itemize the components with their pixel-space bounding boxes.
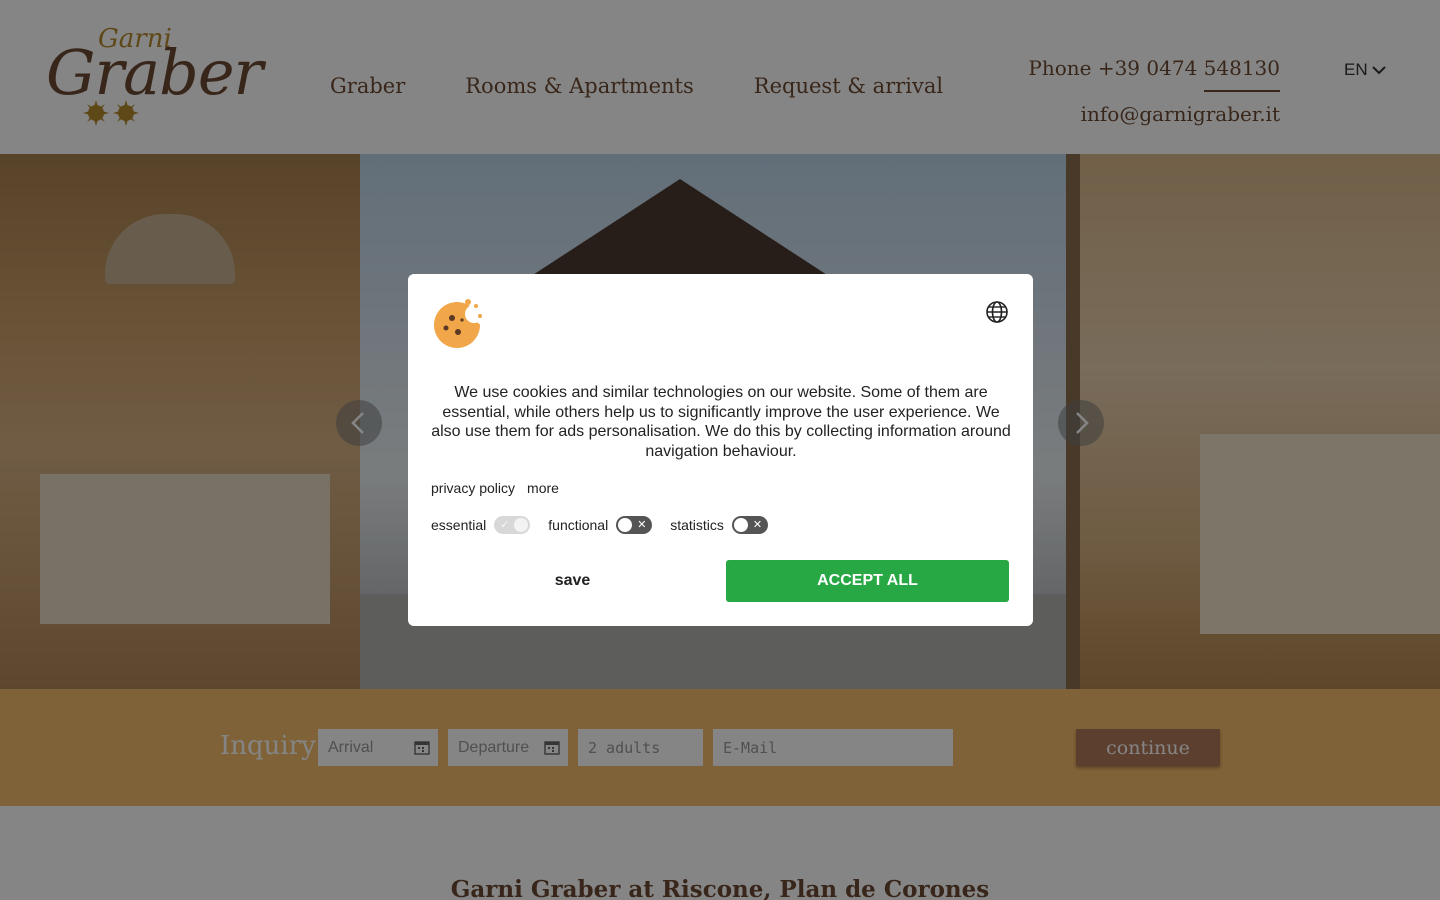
check-icon: ✓ xyxy=(500,519,510,531)
toggle-label-statistics: statistics xyxy=(670,517,724,533)
privacy-policy-link[interactable]: privacy policy xyxy=(431,480,515,496)
close-icon: ✕ xyxy=(752,519,763,531)
toggle-functional[interactable]: ✕ xyxy=(616,516,653,534)
accept-all-button[interactable]: ACCEPT ALL xyxy=(726,560,1009,602)
cookie-consent-dialog: We use cookies and similar technologies … xyxy=(408,274,1033,626)
toggle-label-essential: essential xyxy=(431,517,487,533)
toggle-knob xyxy=(618,518,633,532)
toggle-knob xyxy=(733,518,748,532)
toggle-essential: ✓ xyxy=(494,516,531,534)
cookie-toggles: essential ✓ functional ✕ statistics ✕ xyxy=(431,516,786,534)
toggle-group-functional: functional ✕ xyxy=(548,516,653,534)
toggle-label-functional: functional xyxy=(548,517,609,533)
globe-icon[interactable] xyxy=(985,300,1009,324)
save-button[interactable]: save xyxy=(431,560,714,602)
more-link[interactable]: more xyxy=(527,480,559,496)
cookie-message: We use cookies and similar technologies … xyxy=(431,384,1011,461)
cookie-links: privacy policy more xyxy=(431,480,559,496)
toggle-statistics[interactable]: ✕ xyxy=(731,516,768,534)
toggle-knob xyxy=(514,518,529,532)
close-icon: ✕ xyxy=(637,519,647,531)
cookie-icon xyxy=(434,299,486,348)
toggle-group-essential: essential ✓ xyxy=(431,516,531,534)
toggle-group-statistics: statistics ✕ xyxy=(670,516,768,534)
